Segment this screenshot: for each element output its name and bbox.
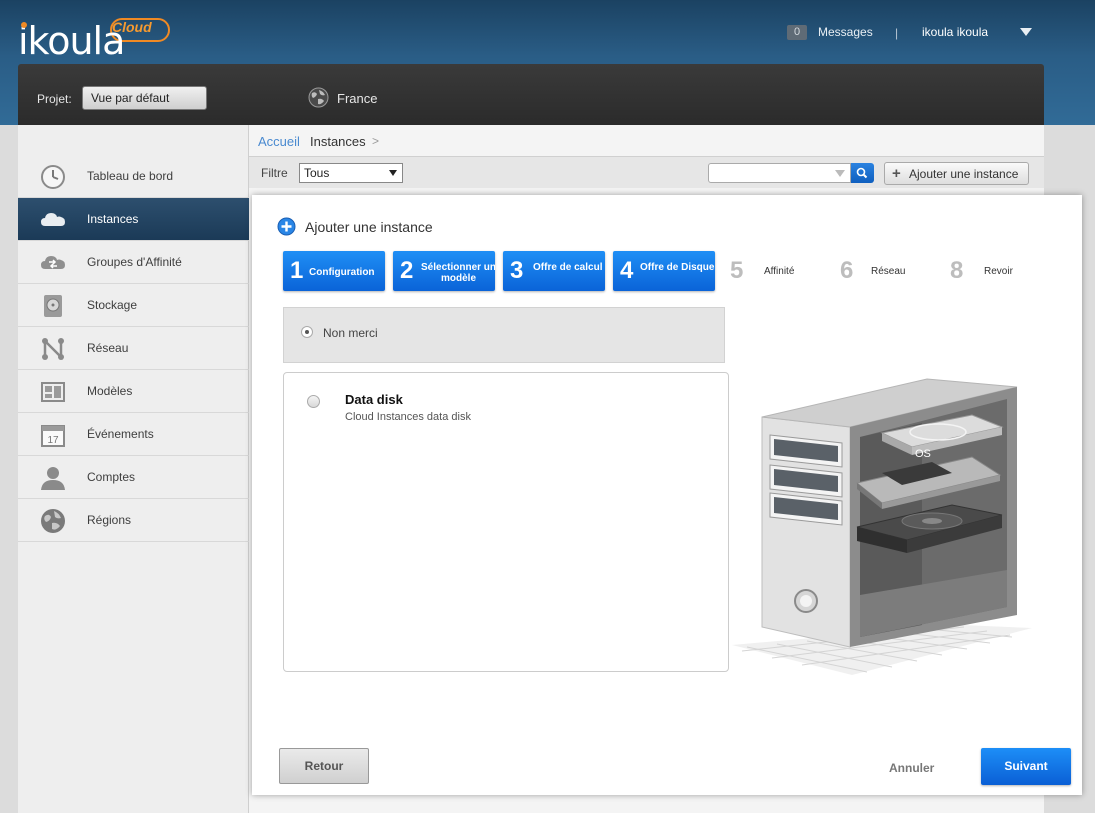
search-icon — [856, 167, 868, 179]
no-disk-radio[interactable] — [301, 326, 313, 338]
step-number: 3 — [510, 257, 524, 284]
sidebar-item-dashboard[interactable]: Tableau de bord — [18, 155, 249, 198]
os-drive-label: OS — [915, 448, 931, 460]
sidebar-item-label: Comptes — [87, 470, 136, 484]
storage-icon — [44, 295, 62, 317]
plus-icon: + — [892, 165, 901, 182]
sidebar-item-affinity-groups[interactable]: Groupes d'Affinité — [18, 241, 249, 284]
wizard-step-6: 6 Réseau — [833, 251, 935, 291]
zone-globe-icon — [308, 87, 329, 108]
sidebar-item-label: Tableau de bord — [87, 169, 174, 183]
wizard-step-3[interactable]: 3 Offre de calcul — [503, 251, 605, 291]
logo-dot — [21, 22, 27, 28]
filter-select[interactable]: Tous — [299, 163, 403, 183]
sidebar-item-regions[interactable]: Régions — [18, 499, 249, 542]
data-disk-radio[interactable] — [307, 395, 320, 408]
project-bar: Projet: Vue par défaut France — [18, 64, 1044, 125]
sidebar-item-storage[interactable]: Stockage — [18, 284, 249, 327]
sidebar-item-events[interactable]: 17 Événements — [18, 413, 249, 456]
step-number: 8 — [950, 257, 964, 284]
dashboard-icon — [41, 165, 65, 189]
sidebar-item-network[interactable]: Réseau — [18, 327, 249, 370]
sidebar-item-templates[interactable]: Modèles — [18, 370, 249, 413]
wizard-step-4[interactable]: 4 Offre de Disque — [613, 251, 715, 291]
user-icon — [41, 467, 65, 490]
globe-icon — [41, 509, 65, 533]
breadcrumb-arrow: > — [372, 134, 380, 148]
network-icon — [42, 337, 64, 361]
logo-wordmark: ikoula — [18, 19, 125, 63]
sidebar-nav: Tableau de bord Instances Groupes d'Affi… — [18, 125, 249, 813]
filter-toolbar: Filtre Tous + Ajouter une instance — [249, 156, 1044, 188]
sidebar-item-label: Modèles — [87, 384, 133, 398]
step-label: Réseau — [871, 266, 906, 277]
step-number: 4 — [620, 257, 634, 284]
step-label: Offre de calcul — [533, 262, 603, 273]
sidebar-item-instances[interactable]: Instances — [18, 198, 249, 241]
sidebar-item-label: Régions — [87, 513, 132, 527]
project-label: Projet: — [37, 92, 72, 106]
cloud-icon — [41, 213, 65, 226]
wizard-step-1[interactable]: 1 Configuration — [283, 251, 385, 291]
add-instance-button[interactable]: + Ajouter une instance — [884, 162, 1029, 185]
ikoula-cloud-logo[interactable]: Cloud ikoula — [18, 14, 170, 63]
breadcrumb-current[interactable]: Instances — [310, 134, 366, 149]
sidebar-item-label: Groupes d'Affinité — [87, 255, 182, 269]
back-button[interactable]: Retour — [279, 748, 369, 784]
step-label: Revoir — [984, 266, 1013, 277]
messages-count-badge[interactable]: 0 — [787, 25, 807, 40]
server-tower-illustration: OS — [732, 378, 1032, 675]
step-number: 1 — [290, 257, 304, 284]
zone-name[interactable]: France — [337, 91, 377, 106]
add-instance-wizard-dialog: Ajouter une instance 1 Configuration 2 S… — [252, 195, 1082, 795]
filter-label: Filtre — [261, 166, 288, 180]
calendar-icon: 17 — [41, 425, 65, 447]
wizard-step-8: 8 Revoir — [943, 251, 1045, 291]
step-number: 5 — [730, 257, 744, 284]
sidebar-item-label: Réseau — [87, 341, 129, 355]
breadcrumb-home[interactable]: Accueil — [258, 134, 300, 149]
sidebar-item-accounts[interactable]: Comptes — [18, 456, 249, 499]
top-header: Cloud ikoula 0 Messages | ikoula ikoula … — [0, 0, 1095, 125]
disk-offering-description: Cloud Instances data disk — [345, 411, 471, 423]
project-select[interactable]: Vue par défaut — [82, 86, 207, 110]
step-label-line2: modèle — [441, 273, 477, 284]
chevron-down-icon — [389, 170, 397, 176]
user-menu-name[interactable]: ikoula ikoula — [922, 25, 988, 39]
step-label: Configuration — [309, 267, 375, 278]
dialog-title: Ajouter une instance — [305, 219, 433, 235]
no-disk-option[interactable]: Non merci — [283, 307, 725, 363]
sidebar-item-label: Instances — [87, 212, 139, 226]
user-menu-arrow-icon[interactable] — [1020, 28, 1032, 36]
add-circle-icon — [277, 217, 296, 236]
step-number: 6 — [840, 257, 854, 284]
step-label: Affinité — [764, 266, 795, 277]
search-button[interactable] — [851, 163, 874, 183]
sidebar-item-label: Événements — [87, 427, 154, 441]
search-input[interactable] — [708, 163, 851, 183]
messages-link[interactable]: Messages — [818, 25, 873, 39]
add-instance-label: Ajouter une instance — [909, 167, 1019, 181]
wizard-step-2[interactable]: 2 Sélectionner un modèle — [393, 251, 495, 291]
calendar-day: 17 — [47, 435, 59, 446]
cancel-button[interactable]: Annuler — [889, 761, 934, 775]
templates-icon — [41, 382, 65, 402]
search-dropdown-icon[interactable] — [835, 170, 845, 177]
disk-offering-name: Data disk — [345, 392, 403, 407]
next-button[interactable]: Suivant — [981, 748, 1071, 785]
disk-offering-list: Data disk Cloud Instances data disk — [283, 372, 729, 672]
filter-select-value: Tous — [304, 166, 330, 180]
header-separator: | — [895, 26, 899, 40]
wizard-step-5: 5 Affinité — [723, 251, 825, 291]
no-disk-label: Non merci — [323, 326, 378, 340]
affinity-icon — [41, 256, 65, 269]
step-number: 2 — [400, 257, 414, 284]
sidebar-item-label: Stockage — [87, 298, 138, 312]
step-label: Offre de Disque — [640, 262, 715, 273]
